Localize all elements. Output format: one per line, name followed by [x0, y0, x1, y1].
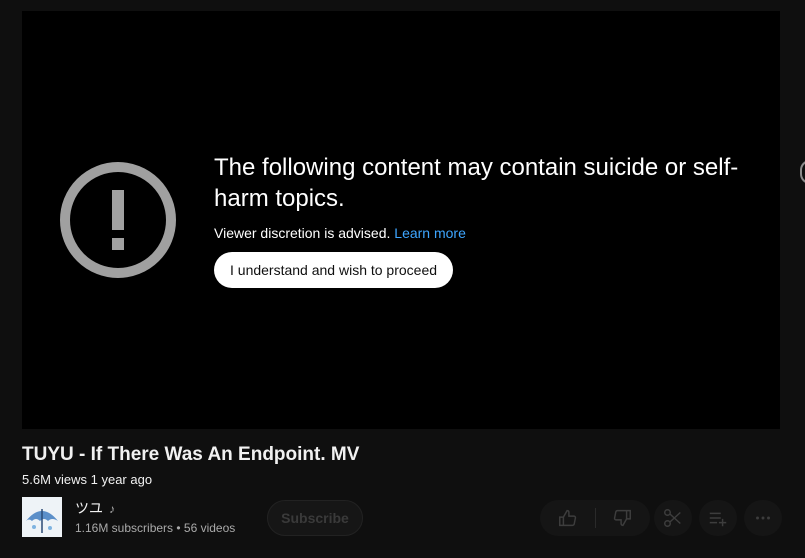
- content-warning: The following content may contain suicid…: [214, 152, 774, 242]
- discretion-text: Viewer discretion is advised.: [214, 225, 391, 241]
- warning-subtitle: Viewer discretion is advised. Learn more: [214, 224, 774, 242]
- video-meta: 5.6M views 1 year ago: [22, 472, 153, 487]
- exclamation-circle-icon: [60, 162, 176, 278]
- umbrella-avatar-icon: [22, 497, 62, 537]
- clip-icon[interactable]: [653, 500, 693, 536]
- divider: [595, 508, 596, 528]
- video-player[interactable]: The following content may contain suicid…: [22, 11, 780, 429]
- partial-icon: [800, 160, 805, 184]
- subscribe-button[interactable]: Subscribe: [267, 500, 363, 536]
- channel-name-text: ツユ: [75, 500, 103, 516]
- channel-stats: 1.16M subscribers • 56 videos: [75, 521, 236, 535]
- like-icon[interactable]: [548, 500, 588, 536]
- video-title: TUYU - If There Was An Endpoint. MV: [22, 444, 360, 465]
- channel-avatar[interactable]: [22, 497, 62, 537]
- proceed-button[interactable]: I understand and wish to proceed: [214, 252, 454, 288]
- dislike-icon[interactable]: [602, 500, 642, 536]
- channel-name[interactable]: ツユ ♪: [75, 498, 115, 518]
- more-icon[interactable]: [743, 500, 783, 536]
- learn-more-link[interactable]: Learn more: [394, 225, 466, 241]
- music-note-icon: ♪: [109, 502, 115, 516]
- save-to-playlist-icon[interactable]: [698, 500, 738, 536]
- warning-title: The following content may contain suicid…: [214, 154, 739, 212]
- action-bar: [540, 500, 790, 536]
